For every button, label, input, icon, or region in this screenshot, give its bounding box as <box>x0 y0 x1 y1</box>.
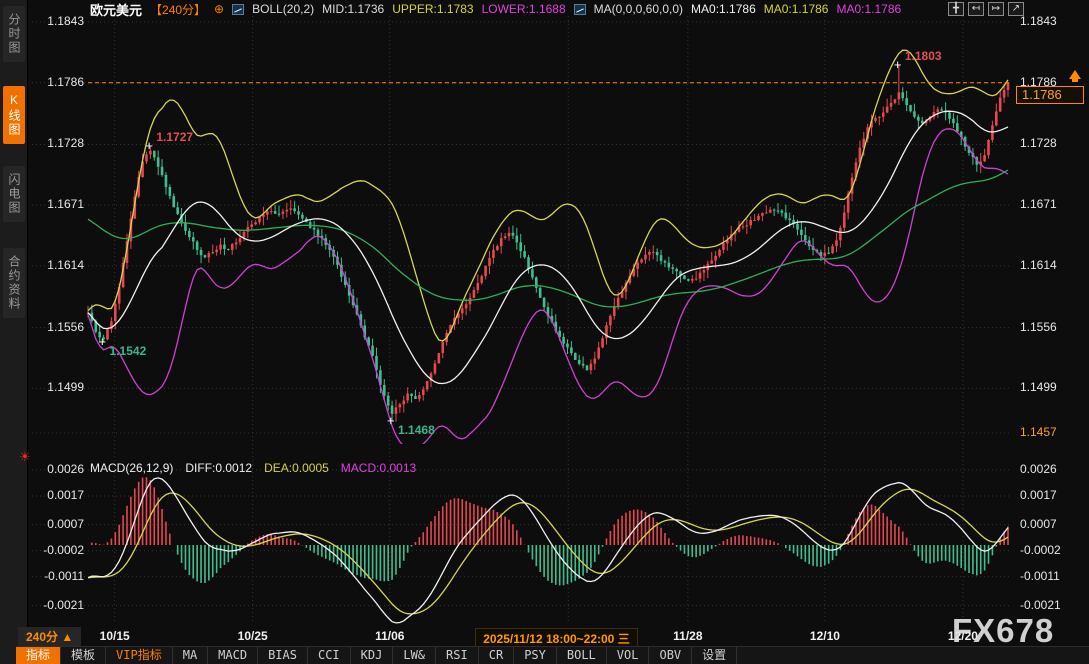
chart-type-sidebar: 分时图 K线图闪电图合约资料 <box>0 0 28 664</box>
ma0-value-2: MA0:1.1786 <box>764 2 829 16</box>
toolbar-item-OBV[interactable]: OBV <box>649 647 692 664</box>
toolbar-item-BIAS[interactable]: BIAS <box>258 647 308 664</box>
macd-params: MACD(26,12,9) <box>90 461 173 475</box>
boll-mid-value: MID:1.1736 <box>322 2 384 16</box>
price-up-arrow-icon <box>1069 70 1081 79</box>
toolbar-item-模板[interactable]: 模板 <box>61 647 106 664</box>
crosshair-icon[interactable]: ╋ <box>948 2 964 16</box>
indicator-header-bar: 欧元美元 【240分】 ⊕ BOLL(20,2) MID:1.1736 UPPE… <box>90 1 901 17</box>
boll-indicator-icon[interactable] <box>232 4 244 15</box>
sidebar-tab-4[interactable]: 合约资料 <box>3 248 25 318</box>
pan-right-icon[interactable]: ↦ <box>988 2 1004 16</box>
chart-tool-buttons: ╋ ↤ ↦ ↗ <box>948 2 1024 16</box>
ma-indicator-icon[interactable] <box>574 4 586 15</box>
add-indicator-icon[interactable]: ⊕ <box>214 2 224 16</box>
toolbar-item-RSI[interactable]: RSI <box>436 647 479 664</box>
toolbar-item-KDJ[interactable]: KDJ <box>351 647 394 664</box>
toolbar-item-VIP指标[interactable]: VIP指标 <box>106 647 173 664</box>
symbol-name: 欧元美元 <box>90 0 142 19</box>
boll-lower-value: LOWER:1.1688 <box>482 2 566 16</box>
fx678-watermark: FX678 <box>952 612 1054 650</box>
price-chart-canvas[interactable] <box>0 0 1089 664</box>
current-price-badge: 1.1786 <box>1016 86 1084 104</box>
toolbar-item-BOLL[interactable]: BOLL <box>557 647 607 664</box>
toolbar-item-设置[interactable]: 设置 <box>692 647 737 664</box>
ma-params: MA(0,0,0,60,0,0) <box>594 2 683 16</box>
toolbar-item-CR[interactable]: CR <box>479 647 514 664</box>
toolbar-item-LW&[interactable]: LW& <box>393 647 436 664</box>
period-label[interactable]: 【240分】 <box>150 1 206 18</box>
toolbar-item-CCI[interactable]: CCI <box>308 647 351 664</box>
toolbar-item-VOL[interactable]: VOL <box>607 647 650 664</box>
trading-terminal: 欧元美元 【240分】 ⊕ BOLL(20,2) MID:1.1736 UPPE… <box>0 0 1089 664</box>
boll-params: BOLL(20,2) <box>252 2 314 16</box>
toolbar-item-指标[interactable]: 指标 <box>16 647 61 664</box>
toolbar-item-PSY[interactable]: PSY <box>514 647 557 664</box>
sidebar-tab-2[interactable]: K线图 <box>3 86 25 144</box>
boll-upper-value: UPPER:1.1783 <box>392 2 473 16</box>
sidebar-tab-1[interactable]: 分时图 <box>3 6 25 62</box>
ma0-value-1: MA0:1.1786 <box>691 2 756 16</box>
interval-selector[interactable]: 240分 ▲ <box>18 627 81 646</box>
indicator-toolbar: 指标模板VIP指标MAMACDBIASCCIKDJLW&RSICRPSYBOLL… <box>16 646 1089 664</box>
alert-sun-icon[interactable]: ☀ <box>19 449 31 465</box>
sidebar-tab-3[interactable]: 闪电图 <box>3 166 25 222</box>
toolbar-item-MACD[interactable]: MACD <box>208 647 258 664</box>
toolbar-item-MA[interactable]: MA <box>173 647 208 664</box>
pan-left-icon[interactable]: ↤ <box>968 2 984 16</box>
export-icon[interactable]: ↗ <box>1008 2 1024 16</box>
macd-macd-value: MACD:0.0013 <box>341 461 416 475</box>
macd-diff-value: DIFF:0.0012 <box>185 461 252 475</box>
macd-header: MACD(26,12,9) DIFF:0.0012 DEA:0.0005 MAC… <box>90 461 416 475</box>
macd-dea-value: DEA:0.0005 <box>264 461 329 475</box>
ma0-value-3: MA0:1.1786 <box>836 2 901 16</box>
